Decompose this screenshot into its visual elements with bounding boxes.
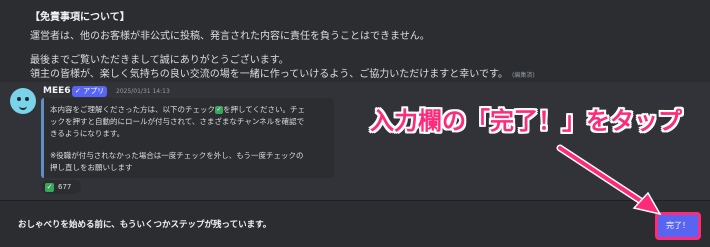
annotation-arrow bbox=[556, 144, 662, 216]
arrow-shaft bbox=[558, 146, 652, 209]
